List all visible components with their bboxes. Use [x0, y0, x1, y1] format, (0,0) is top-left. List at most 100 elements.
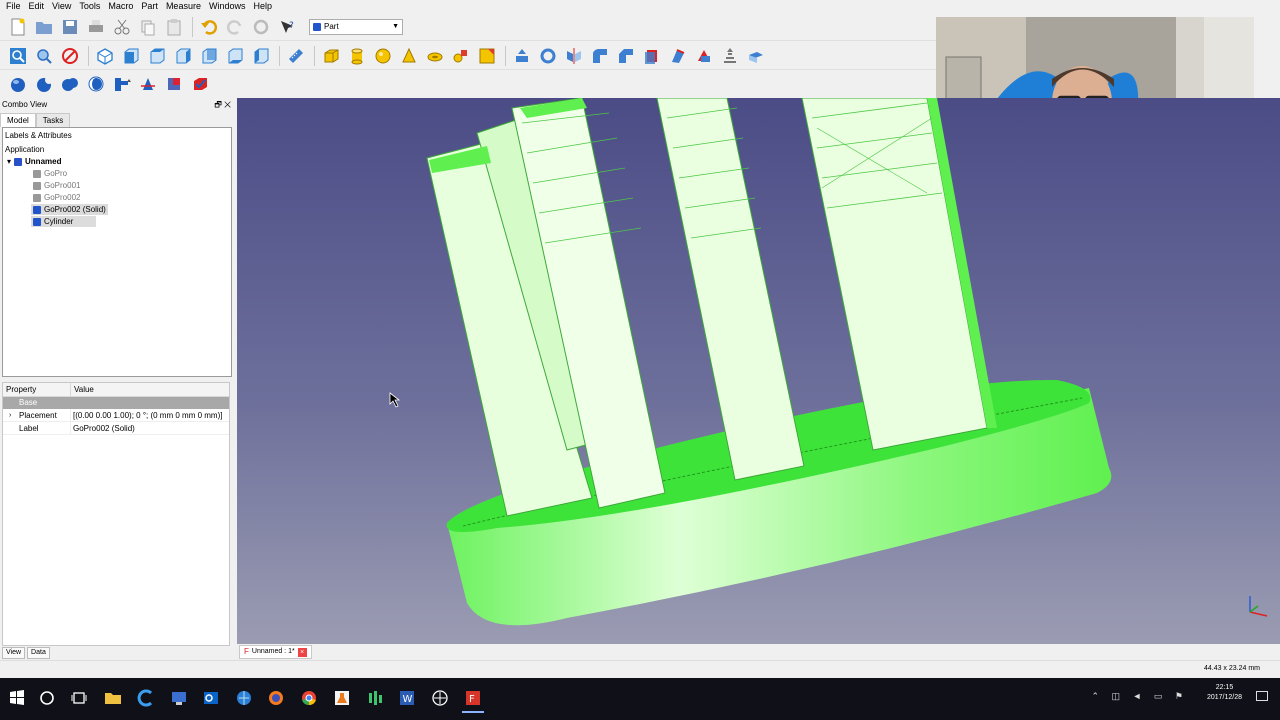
print-icon[interactable]	[84, 15, 108, 39]
part-primitives-icon[interactable]	[449, 44, 473, 68]
shape-builder-icon[interactable]	[475, 44, 499, 68]
bars-app-icon[interactable]	[360, 683, 390, 713]
check-geometry-icon[interactable]	[188, 72, 212, 96]
view-isometric-icon[interactable]	[93, 44, 117, 68]
property-value[interactable]: GoPro002 (Solid)	[71, 422, 135, 434]
menu-view[interactable]: View	[49, 0, 76, 13]
workbench-selector[interactable]: Part ▼	[309, 18, 403, 35]
tree-item-gopro001[interactable]: GoPro001	[33, 180, 80, 191]
view-front-icon[interactable]	[119, 44, 143, 68]
mirror-icon[interactable]	[562, 44, 586, 68]
dock-float-close-icon[interactable]: 🗗 ✕	[214, 98, 231, 111]
extrude-icon[interactable]	[510, 44, 534, 68]
document-tab-bar: F Unnamed : 1* ×	[237, 644, 1280, 660]
search-icon[interactable]	[32, 683, 62, 713]
chamfer-icon[interactable]	[614, 44, 638, 68]
sweep-icon[interactable]	[718, 44, 742, 68]
new-document-icon[interactable]	[6, 15, 30, 39]
whats-this-icon[interactable]: ?	[275, 15, 299, 39]
cut-boolean-icon[interactable]	[32, 72, 56, 96]
inkscape-icon[interactable]	[425, 683, 455, 713]
paste-icon[interactable]	[162, 15, 186, 39]
system-tray-icons[interactable]: ⌃ ◫ ◄ ▭ ⚑	[1091, 691, 1188, 702]
tab-data[interactable]: Data	[27, 647, 50, 659]
outlook-icon[interactable]	[196, 683, 226, 713]
menu-help[interactable]: Help	[250, 0, 277, 13]
tree-document-label: Unnamed	[25, 157, 62, 166]
tab-tasks[interactable]: Tasks	[35, 113, 71, 127]
part-box-icon[interactable]	[319, 44, 343, 68]
menu-tools[interactable]: Tools	[76, 0, 105, 13]
menu-part[interactable]: Part	[138, 0, 163, 13]
tree-document[interactable]: ▾ Unnamed	[7, 156, 61, 167]
task-view-icon[interactable]	[64, 683, 94, 713]
open-folder-icon[interactable]	[32, 15, 56, 39]
view-right-icon[interactable]	[171, 44, 195, 68]
close-tab-icon[interactable]: ×	[297, 647, 307, 657]
view-left-icon[interactable]	[249, 44, 273, 68]
split-icon[interactable]	[136, 72, 160, 96]
file-explorer-icon[interactable]	[98, 683, 128, 713]
loft-icon[interactable]	[692, 44, 716, 68]
property-row-placement[interactable]: › Placement [(0.00 0.00 1.00); 0 °; (0 mm…	[3, 409, 229, 422]
view-top-icon[interactable]	[145, 44, 169, 68]
3d-model-render[interactable]	[237, 98, 1280, 644]
compound-icon[interactable]	[162, 72, 186, 96]
network-app-icon[interactable]	[164, 683, 194, 713]
revolve-icon[interactable]	[536, 44, 560, 68]
part-torus-icon[interactable]	[423, 44, 447, 68]
redo-icon[interactable]	[223, 15, 247, 39]
svg-text:F: F	[469, 694, 475, 705]
part-cylinder-icon[interactable]	[345, 44, 369, 68]
menu-file[interactable]: File	[3, 0, 26, 13]
fit-all-icon[interactable]	[6, 44, 30, 68]
menu-edit[interactable]: Edit	[26, 0, 50, 13]
join-icon[interactable]	[110, 72, 134, 96]
taskbar-clock[interactable]: 22:15 2017/12/28	[1207, 683, 1242, 703]
copy-icon[interactable]	[136, 15, 160, 39]
view-rear-icon[interactable]	[197, 44, 221, 68]
property-row-label[interactable]: Label GoPro002 (Solid)	[3, 422, 229, 435]
flask-app-icon[interactable]	[327, 683, 357, 713]
measure-ruler-icon[interactable]	[284, 44, 308, 68]
notification-icon[interactable]	[1256, 691, 1268, 701]
view-bottom-icon[interactable]	[223, 44, 247, 68]
cortana-c-icon[interactable]	[131, 683, 161, 713]
3d-viewport[interactable]	[237, 98, 1280, 644]
fit-selection-icon[interactable]	[32, 44, 56, 68]
tab-view[interactable]: View	[2, 647, 26, 659]
make-face-icon[interactable]	[640, 44, 664, 68]
fillet-icon[interactable]	[588, 44, 612, 68]
firefox-icon[interactable]	[261, 683, 291, 713]
cut-icon[interactable]	[110, 15, 134, 39]
ruled-surface-icon[interactable]	[666, 44, 690, 68]
part-sphere-icon[interactable]	[371, 44, 395, 68]
menu-macro[interactable]: Macro	[105, 0, 138, 13]
tree-item-cylinder[interactable]: Cylinder	[31, 216, 97, 227]
undo-icon[interactable]	[197, 15, 221, 39]
refresh-icon[interactable]	[249, 15, 273, 39]
word-icon[interactable]: W	[392, 683, 422, 713]
part-cone-icon[interactable]	[397, 44, 421, 68]
tree-item-label: GoPro002 (Solid)	[44, 205, 106, 214]
section-icon[interactable]	[744, 44, 768, 68]
common-icon[interactable]	[84, 72, 108, 96]
property-value[interactable]: [(0.00 0.00 1.00); 0 °; (0 mm 0 mm 0 mm)…	[71, 409, 222, 421]
chevron-right-icon[interactable]: ›	[9, 409, 11, 422]
document-tab[interactable]: F Unnamed : 1* ×	[239, 645, 312, 659]
boolean-icon[interactable]	[6, 72, 30, 96]
chrome-icon[interactable]	[294, 683, 324, 713]
tree-item-gopro002-solid[interactable]: GoPro002 (Solid)	[31, 204, 108, 215]
tab-model[interactable]: Model	[0, 113, 36, 127]
menu-measure[interactable]: Measure	[163, 0, 206, 13]
tree-item-gopro[interactable]: GoPro	[33, 168, 67, 179]
freecad-taskbar-icon[interactable]: F	[458, 683, 488, 713]
expand-arrow-icon[interactable]: ▾	[7, 157, 11, 166]
menu-windows[interactable]: Windows	[206, 0, 251, 13]
fuse-icon[interactable]	[58, 72, 82, 96]
globe-app-icon[interactable]	[229, 683, 259, 713]
tree-item-gopro002[interactable]: GoPro002	[33, 192, 80, 203]
draw-style-icon[interactable]	[58, 44, 82, 68]
start-windows-icon[interactable]	[2, 683, 32, 713]
save-icon[interactable]	[58, 15, 82, 39]
